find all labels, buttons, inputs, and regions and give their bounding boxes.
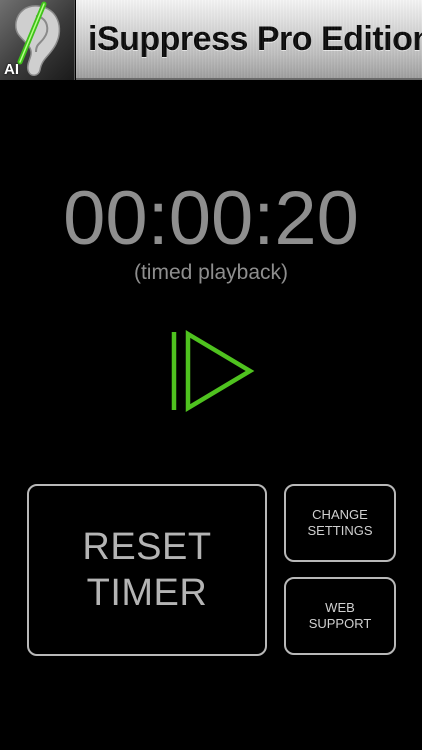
ear-icon: AI xyxy=(0,0,75,80)
title-bar: iSuppress Pro Edition xyxy=(76,0,422,80)
change-label-line1: CHANGE xyxy=(312,507,368,522)
reset-label-line2: TIMER xyxy=(86,572,208,614)
change-settings-label: CHANGE SETTINGS xyxy=(307,507,372,539)
web-support-button[interactable]: WEB SUPPORT xyxy=(284,577,396,655)
web-support-label: WEB SUPPORT xyxy=(309,600,372,632)
web-label-line1: WEB xyxy=(325,600,355,615)
icon-label: AI xyxy=(4,61,19,78)
play-button[interactable] xyxy=(166,326,258,416)
play-icon xyxy=(171,330,255,412)
reset-label-line1: RESET xyxy=(82,526,212,568)
reset-timer-button[interactable]: RESET TIMER xyxy=(27,484,267,656)
app-screen: AI iSuppress Pro Edition 00:00:20 (timed… xyxy=(0,0,422,750)
timer-caption: (timed playback) xyxy=(133,261,289,284)
header-bar: AI iSuppress Pro Edition xyxy=(0,0,422,80)
app-title: iSuppress Pro Edition xyxy=(88,20,422,58)
change-label-line2: SETTINGS xyxy=(307,523,373,538)
timer-display: 00:00:20 xyxy=(63,176,359,261)
change-settings-button[interactable]: CHANGE SETTINGS xyxy=(284,484,396,562)
reset-timer-label: RESET TIMER xyxy=(82,524,211,616)
web-label-line2: SUPPORT xyxy=(308,616,372,631)
